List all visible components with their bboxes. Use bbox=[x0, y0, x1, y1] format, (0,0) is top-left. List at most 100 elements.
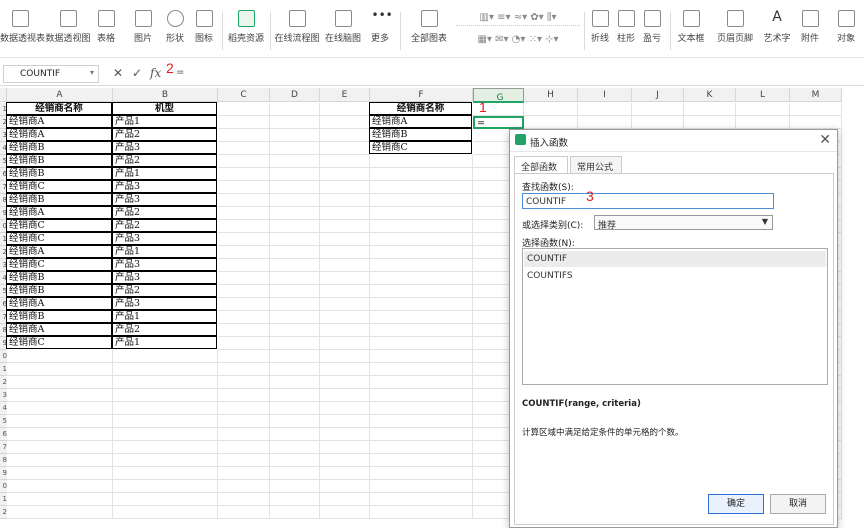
cell[interactable] bbox=[218, 168, 270, 181]
cell[interactable] bbox=[218, 181, 270, 194]
cell[interactable] bbox=[370, 402, 473, 415]
cell[interactable] bbox=[320, 233, 370, 246]
cell[interactable] bbox=[320, 311, 370, 324]
tab-all-functions[interactable]: 全部函数 bbox=[514, 156, 568, 174]
cell[interactable] bbox=[270, 467, 320, 480]
cell[interactable] bbox=[524, 116, 578, 129]
cell[interactable]: 经销商B bbox=[6, 310, 112, 323]
cell[interactable] bbox=[370, 363, 473, 376]
cell[interactable] bbox=[524, 103, 578, 116]
row-header[interactable]: 9 bbox=[0, 467, 7, 480]
cell[interactable] bbox=[270, 142, 320, 155]
column-header-j[interactable]: J bbox=[632, 88, 684, 102]
cell[interactable]: 产品3 bbox=[112, 180, 217, 193]
cell[interactable] bbox=[218, 441, 270, 454]
cell[interactable] bbox=[113, 376, 218, 389]
cell[interactable]: 经销商A bbox=[6, 297, 112, 310]
cell[interactable] bbox=[218, 207, 270, 220]
cell[interactable] bbox=[218, 506, 270, 519]
cell[interactable]: 经销商C bbox=[6, 180, 112, 193]
cell[interactable] bbox=[320, 285, 370, 298]
cell[interactable] bbox=[7, 363, 113, 376]
column-header-h[interactable]: H bbox=[524, 88, 578, 102]
row-header[interactable]: 2 bbox=[0, 506, 7, 519]
textbox-button[interactable]: 文本框 bbox=[674, 10, 708, 44]
cell[interactable] bbox=[218, 376, 270, 389]
summary-header-cell[interactable]: 经销商名称 bbox=[369, 102, 472, 115]
cell[interactable] bbox=[790, 103, 842, 116]
cell[interactable] bbox=[270, 389, 320, 402]
cell[interactable] bbox=[270, 285, 320, 298]
select-all-corner[interactable] bbox=[0, 88, 7, 102]
cell[interactable] bbox=[320, 207, 370, 220]
row-header[interactable]: 0 bbox=[0, 350, 7, 363]
cell[interactable] bbox=[632, 116, 684, 129]
cell[interactable] bbox=[7, 402, 113, 415]
cell[interactable] bbox=[790, 116, 842, 129]
close-icon[interactable]: ✕ bbox=[819, 132, 831, 148]
cell[interactable] bbox=[270, 298, 320, 311]
cell[interactable] bbox=[320, 116, 370, 129]
cell[interactable] bbox=[320, 324, 370, 337]
header-footer-button[interactable]: 页眉页脚 bbox=[714, 10, 756, 44]
cell[interactable] bbox=[218, 415, 270, 428]
cell[interactable] bbox=[7, 389, 113, 402]
cell[interactable]: 产品3 bbox=[112, 271, 217, 284]
cell[interactable] bbox=[113, 493, 218, 506]
cell[interactable]: 经销商C bbox=[6, 219, 112, 232]
cell[interactable] bbox=[320, 246, 370, 259]
cell[interactable] bbox=[218, 311, 270, 324]
cell[interactable] bbox=[320, 480, 370, 493]
cell[interactable] bbox=[218, 246, 270, 259]
cell[interactable] bbox=[218, 493, 270, 506]
cell[interactable] bbox=[7, 415, 113, 428]
cell[interactable] bbox=[320, 350, 370, 363]
cell[interactable]: 产品3 bbox=[112, 258, 217, 271]
cell[interactable] bbox=[320, 493, 370, 506]
row-header[interactable]: 7 bbox=[0, 441, 7, 454]
cell[interactable] bbox=[320, 168, 370, 181]
cell[interactable] bbox=[270, 363, 320, 376]
cell[interactable] bbox=[684, 116, 736, 129]
row-header[interactable]: 4 bbox=[0, 402, 7, 415]
cell[interactable] bbox=[218, 467, 270, 480]
row-header[interactable]: 2 bbox=[0, 376, 7, 389]
mindmap-button[interactable]: 在线脑图 bbox=[322, 10, 364, 44]
cell[interactable] bbox=[632, 103, 684, 116]
cell[interactable] bbox=[270, 129, 320, 142]
row-header[interactable]: 3 bbox=[0, 389, 7, 402]
cell[interactable] bbox=[320, 467, 370, 480]
shape-button[interactable]: 形状 bbox=[160, 10, 190, 44]
cell[interactable]: 产品3 bbox=[112, 193, 217, 206]
cell[interactable] bbox=[113, 480, 218, 493]
cell[interactable]: 经销商A bbox=[6, 323, 112, 336]
cell[interactable] bbox=[270, 220, 320, 233]
cell[interactable]: 经销商B bbox=[6, 271, 112, 284]
cell[interactable]: 产品2 bbox=[112, 323, 217, 336]
sparkline-column-button[interactable]: 柱形 bbox=[614, 10, 638, 44]
cell[interactable] bbox=[218, 142, 270, 155]
cell[interactable] bbox=[270, 259, 320, 272]
cell[interactable]: 产品1 bbox=[112, 115, 217, 128]
cell[interactable]: 产品1 bbox=[112, 310, 217, 323]
column-header-c[interactable]: C bbox=[218, 88, 270, 102]
cell[interactable] bbox=[370, 493, 473, 506]
attachment-button[interactable]: 附件 bbox=[798, 10, 822, 44]
cell[interactable] bbox=[736, 116, 790, 129]
cell[interactable] bbox=[270, 116, 320, 129]
cell[interactable] bbox=[370, 298, 473, 311]
cell[interactable] bbox=[7, 467, 113, 480]
cell[interactable] bbox=[270, 350, 320, 363]
cell[interactable]: 经销商A bbox=[6, 206, 112, 219]
cell[interactable] bbox=[370, 220, 473, 233]
cell[interactable] bbox=[218, 402, 270, 415]
column-header-b[interactable]: B bbox=[113, 88, 218, 102]
cell[interactable] bbox=[370, 467, 473, 480]
cell[interactable] bbox=[320, 337, 370, 350]
cell[interactable] bbox=[218, 233, 270, 246]
cell[interactable]: 产品1 bbox=[112, 245, 217, 258]
cell[interactable] bbox=[736, 103, 790, 116]
row-header[interactable]: 6 bbox=[0, 428, 7, 441]
cell[interactable] bbox=[270, 103, 320, 116]
cell[interactable] bbox=[370, 350, 473, 363]
